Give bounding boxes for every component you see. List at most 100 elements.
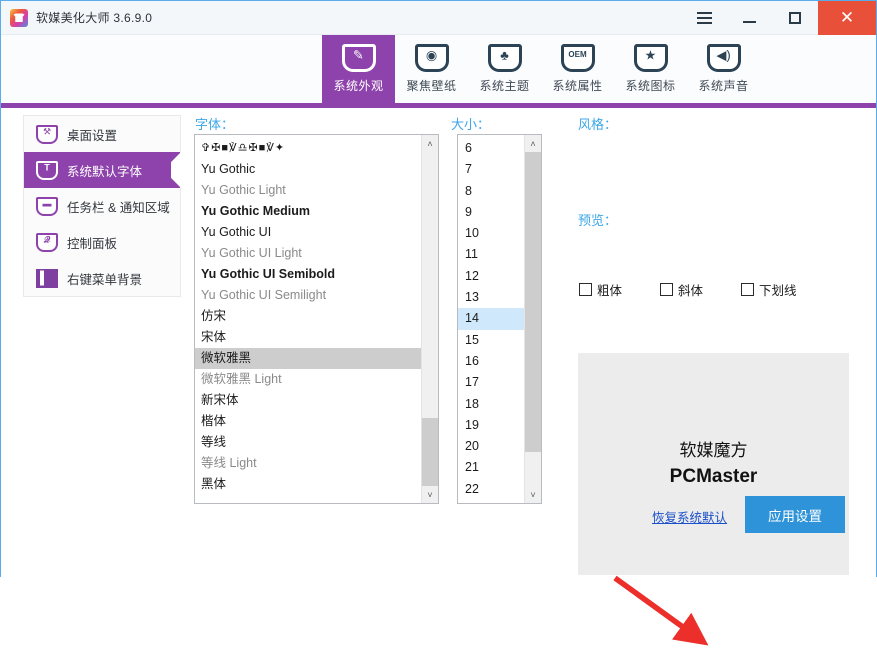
size-list-item[interactable]: 21 bbox=[458, 457, 524, 478]
main-tab-strip: ✎ 系统外观 ◉ 聚焦壁纸 ♣ 系统主题 OEM 系统属性 ★ 系统图标 ◀) … bbox=[1, 35, 876, 103]
preview-text-en: PCMaster bbox=[670, 464, 758, 490]
scrollbar-thumb[interactable] bbox=[525, 152, 541, 452]
star-icon: ★ bbox=[634, 44, 668, 72]
font-list-item[interactable]: 等线 Light bbox=[195, 453, 421, 474]
size-list-item[interactable]: 12 bbox=[458, 266, 524, 287]
size-list-item[interactable]: 6 bbox=[458, 138, 524, 159]
checkbox-box[interactable] bbox=[741, 283, 754, 296]
checkbox-box[interactable] bbox=[660, 283, 673, 296]
sidebar-item-control-panel[interactable]: 𝒬 控制面板 bbox=[24, 224, 180, 260]
speaker-icon: ◀) bbox=[707, 44, 741, 72]
size-list-item[interactable]: 7 bbox=[458, 159, 524, 180]
size-list-item[interactable]: 22 bbox=[458, 479, 524, 500]
size-list-item[interactable]: 9 bbox=[458, 202, 524, 223]
preview-box: 软媒魔方 PCMaster bbox=[578, 353, 849, 575]
size-list-item[interactable]: 13 bbox=[458, 287, 524, 308]
tab-label: 系统主题 bbox=[479, 77, 529, 94]
font-list-rows: ✞✠■℣♎✠■℣✦Yu GothicYu Gothic LightYu Goth… bbox=[195, 135, 421, 503]
focus-circle-icon: ◉ bbox=[415, 44, 449, 72]
tab-system-icons[interactable]: ★ 系统图标 bbox=[614, 35, 687, 103]
sidebar-item-context-menu-background[interactable]: 右键菜单背景 bbox=[24, 260, 180, 296]
size-list-item[interactable]: 16 bbox=[458, 351, 524, 372]
sidebar-item-label: 控制面板 bbox=[67, 233, 117, 252]
font-t-icon: T bbox=[36, 161, 58, 180]
font-list-item[interactable]: 仿宋 bbox=[195, 306, 421, 327]
menu-icon[interactable] bbox=[682, 1, 726, 35]
font-list-item[interactable]: Yu Gothic bbox=[195, 159, 421, 180]
size-list-item[interactable]: 11 bbox=[458, 244, 524, 265]
content-area: ⚒ 桌面设置 T 系统默认字体 ▬ 任务栏 & 通知区域 𝒬 控制面板 右键菜单… bbox=[1, 108, 876, 578]
sidebar-item-desktop-settings[interactable]: ⚒ 桌面设置 bbox=[24, 116, 180, 152]
tab-system-sound[interactable]: ◀) 系统声音 bbox=[687, 35, 760, 103]
tab-label: 系统声音 bbox=[698, 77, 748, 94]
red-arrow-annotation bbox=[609, 574, 719, 649]
font-list-item[interactable]: Yu Gothic UI Light bbox=[195, 243, 421, 264]
font-list-item[interactable]: Yu Gothic UI bbox=[195, 222, 421, 243]
tab-label: 系统图标 bbox=[625, 77, 675, 94]
size-list-item[interactable]: 17 bbox=[458, 372, 524, 393]
size-list-scrollbar[interactable]: ˄ ˅ bbox=[524, 135, 541, 503]
checkbox-label: 下划线 bbox=[759, 280, 797, 299]
font-section-label: 字体： bbox=[195, 114, 234, 133]
font-list-item[interactable]: 等线 bbox=[195, 432, 421, 453]
tab-system-properties[interactable]: OEM 系统属性 bbox=[541, 35, 614, 103]
font-list[interactable]: ✞✠■℣♎✠■℣✦Yu GothicYu Gothic LightYu Goth… bbox=[194, 134, 439, 504]
sidebar-item-label: 桌面设置 bbox=[67, 125, 117, 144]
restore-defaults-link[interactable]: 恢复系统默认 bbox=[652, 507, 727, 526]
size-list-item[interactable]: 14 bbox=[458, 308, 524, 329]
sidebar-item-label: 系统默认字体 bbox=[67, 161, 142, 180]
minimize-icon[interactable] bbox=[726, 1, 772, 35]
maximize-icon[interactable] bbox=[772, 1, 818, 35]
size-section-label: 大小： bbox=[451, 114, 490, 133]
size-list-item[interactable]: 20 bbox=[458, 436, 524, 457]
checkbox-italic[interactable]: 斜体 bbox=[660, 280, 703, 299]
size-list-item[interactable]: 8 bbox=[458, 181, 524, 202]
size-list-item[interactable]: 15 bbox=[458, 330, 524, 351]
font-list-item[interactable]: 微软雅黑 bbox=[195, 348, 421, 369]
checkbox-box[interactable] bbox=[579, 283, 592, 296]
sidebar-item-taskbar-notification[interactable]: ▬ 任务栏 & 通知区域 bbox=[24, 188, 180, 224]
magnifier-icon: 𝒬 bbox=[36, 233, 58, 252]
tab-system-theme[interactable]: ♣ 系统主题 bbox=[468, 35, 541, 103]
scroll-down-icon[interactable]: ˅ bbox=[525, 486, 541, 503]
tab-label: 系统属性 bbox=[552, 77, 602, 94]
size-list-item[interactable]: 18 bbox=[458, 394, 524, 415]
font-list-item[interactable]: Yu Gothic UI Semibold bbox=[195, 264, 421, 285]
taskbar-icon: ▬ bbox=[36, 197, 58, 216]
size-list-item[interactable]: 10 bbox=[458, 223, 524, 244]
font-list-item[interactable]: 微软雅黑 Light bbox=[195, 369, 421, 390]
tab-focus-wallpaper[interactable]: ◉ 聚焦壁纸 bbox=[395, 35, 468, 103]
font-list-item[interactable]: 楷体 bbox=[195, 411, 421, 432]
font-list-scrollbar[interactable]: ˄ ˅ bbox=[421, 135, 438, 503]
apply-settings-button[interactable]: 应用设置 bbox=[745, 496, 845, 533]
style-section-label: 风格： bbox=[578, 114, 617, 133]
application-window: 软媒美化大师 3.6.9.0 ✕ ✎ 系统外观 ◉ 聚焦壁纸 ♣ 系统主题 OE… bbox=[0, 0, 877, 577]
sidebar-item-label: 右键菜单背景 bbox=[67, 269, 142, 288]
tab-system-appearance[interactable]: ✎ 系统外观 bbox=[322, 35, 395, 103]
scroll-up-icon[interactable]: ˄ bbox=[422, 135, 438, 152]
sidebar-item-label: 任务栏 & 通知区域 bbox=[67, 197, 170, 216]
close-icon[interactable]: ✕ bbox=[818, 1, 876, 35]
font-list-item[interactable]: 宋体 bbox=[195, 327, 421, 348]
brush-icon: ✎ bbox=[342, 44, 376, 72]
checkbox-underline[interactable]: 下划线 bbox=[741, 280, 797, 299]
checkbox-bold[interactable]: 粗体 bbox=[579, 280, 622, 299]
scroll-up-icon[interactable]: ˄ bbox=[525, 135, 541, 152]
menu-background-icon bbox=[36, 269, 58, 288]
oem-icon: OEM bbox=[561, 44, 595, 72]
sidebar-item-system-default-font[interactable]: T 系统默认字体 bbox=[24, 152, 180, 188]
font-list-item[interactable]: 黑体 bbox=[195, 474, 421, 495]
font-list-item[interactable]: Yu Gothic Medium bbox=[195, 201, 421, 222]
scroll-down-icon[interactable]: ˅ bbox=[422, 486, 438, 503]
checkbox-label: 斜体 bbox=[678, 280, 703, 299]
size-list[interactable]: 678910111213141516171819202122 ˄ ˅ bbox=[457, 134, 542, 504]
font-list-item[interactable]: 新宋体 bbox=[195, 390, 421, 411]
font-list-item[interactable]: Yu Gothic UI Semilight bbox=[195, 285, 421, 306]
preview-section-label: 预览： bbox=[578, 210, 617, 229]
scrollbar-thumb[interactable] bbox=[422, 418, 438, 490]
sidebar: ⚒ 桌面设置 T 系统默认字体 ▬ 任务栏 & 通知区域 𝒬 控制面板 右键菜单… bbox=[23, 115, 181, 297]
size-list-item[interactable]: 19 bbox=[458, 415, 524, 436]
font-list-item[interactable]: ✞✠■℣♎✠■℣✦ bbox=[195, 138, 421, 159]
window-controls: ✕ bbox=[682, 1, 876, 35]
font-list-item[interactable]: Yu Gothic Light bbox=[195, 180, 421, 201]
